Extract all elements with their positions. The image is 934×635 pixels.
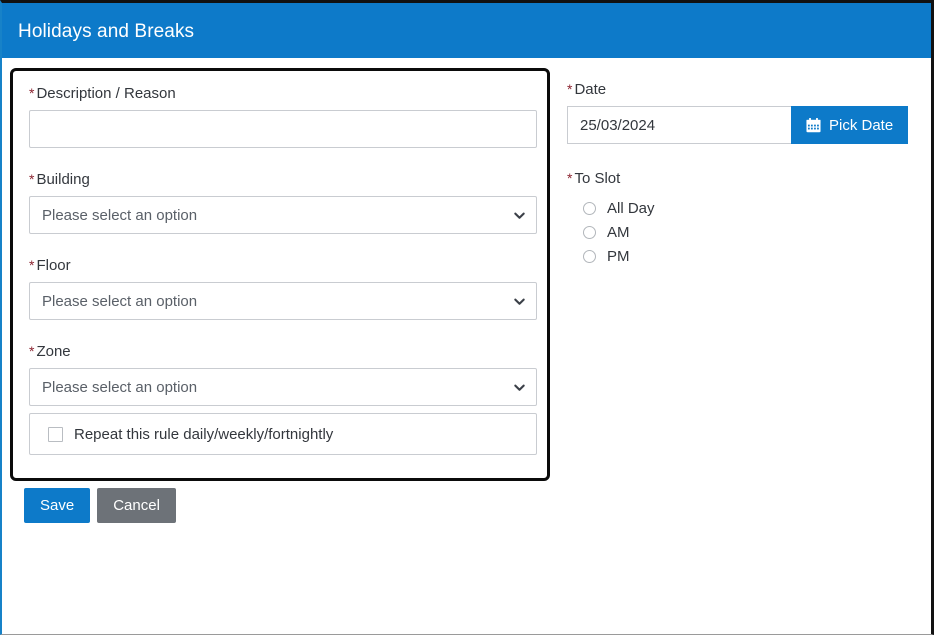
building-select[interactable]: Please select an option [29,196,537,234]
field-label-floor: * Floor [29,257,537,274]
radio-option-all-day[interactable]: All Day [583,196,907,220]
required-asterisk: * [567,170,573,186]
zone-select-wrap: Please select an option [29,368,537,406]
building-select-value: Please select an option [42,206,198,224]
calendar-icon [806,117,821,133]
field-label-description: * Description / Reason [29,85,537,102]
label-text-date: Date [574,81,607,98]
zone-select[interactable]: Please select an option [29,368,537,406]
required-asterisk: * [29,343,35,359]
label-text-floor: Floor [36,257,71,274]
zone-select-value: Please select an option [42,378,198,396]
pick-date-label: Pick Date [829,116,894,134]
date-input[interactable] [567,106,791,144]
required-asterisk: * [29,171,35,187]
right-column: * Date 25/03/2024 Pick Date * To Slot Al… [567,81,909,268]
field-zone: * Zone Please select an option [29,343,537,406]
repeat-rule-row[interactable]: Repeat this rule daily/weekly/fortnightl… [29,413,537,455]
field-label-date: * Date [567,81,907,98]
required-asterisk: * [29,85,35,101]
action-buttons: Save Cancel [24,488,176,523]
cancel-button[interactable]: Cancel [97,488,176,523]
window-header: Holidays and Breaks [2,3,931,58]
form-panel: * Description / Reason * Building Please s… [10,68,550,481]
radio-label-all-day: All Day [607,199,655,217]
label-text-zone: Zone [36,343,71,360]
radio-circle-am[interactable] [583,225,596,239]
repeat-rule-label: Repeat this rule daily/weekly/fortnightl… [74,425,334,443]
description-input[interactable] [29,110,537,148]
field-label-to-slot: * To Slot [567,170,907,187]
repeat-rule-checkbox[interactable] [48,426,63,442]
radio-circle-all-day[interactable] [583,201,596,215]
radio-circle-pm[interactable] [583,249,596,263]
floor-select-value: Please select an option [42,292,198,310]
field-description: * Description / Reason [29,85,537,148]
date-input-group: Pick Date [567,106,909,144]
radio-option-am[interactable]: AM [583,220,907,244]
required-asterisk: * [567,81,573,97]
required-asterisk: * [29,257,35,273]
field-floor: * Floor Please select an option [29,257,537,320]
label-text-description: Description / Reason [36,85,176,102]
pick-date-button[interactable]: Pick Date [791,106,909,144]
field-label-building: * Building [29,171,537,188]
label-text-building: Building [36,171,90,188]
holidays-and-breaks-window: Holidays and Breaks * Description / Reaso… [0,0,934,635]
floor-select[interactable]: Please select an option [29,282,537,320]
to-slot-radio-group: All Day AM PM [567,196,907,268]
floor-select-wrap: Please select an option [29,282,537,320]
field-building: * Building Please select an option [29,171,537,234]
page-title: Holidays and Breaks [18,21,195,42]
label-text-to-slot: To Slot [574,170,621,187]
building-select-wrap: Please select an option [29,196,537,234]
radio-label-am: AM [607,223,630,241]
radio-option-pm[interactable]: PM [583,244,907,268]
radio-label-pm: PM [607,247,630,265]
field-label-zone: * Zone [29,343,537,360]
save-button[interactable]: Save [24,488,91,523]
